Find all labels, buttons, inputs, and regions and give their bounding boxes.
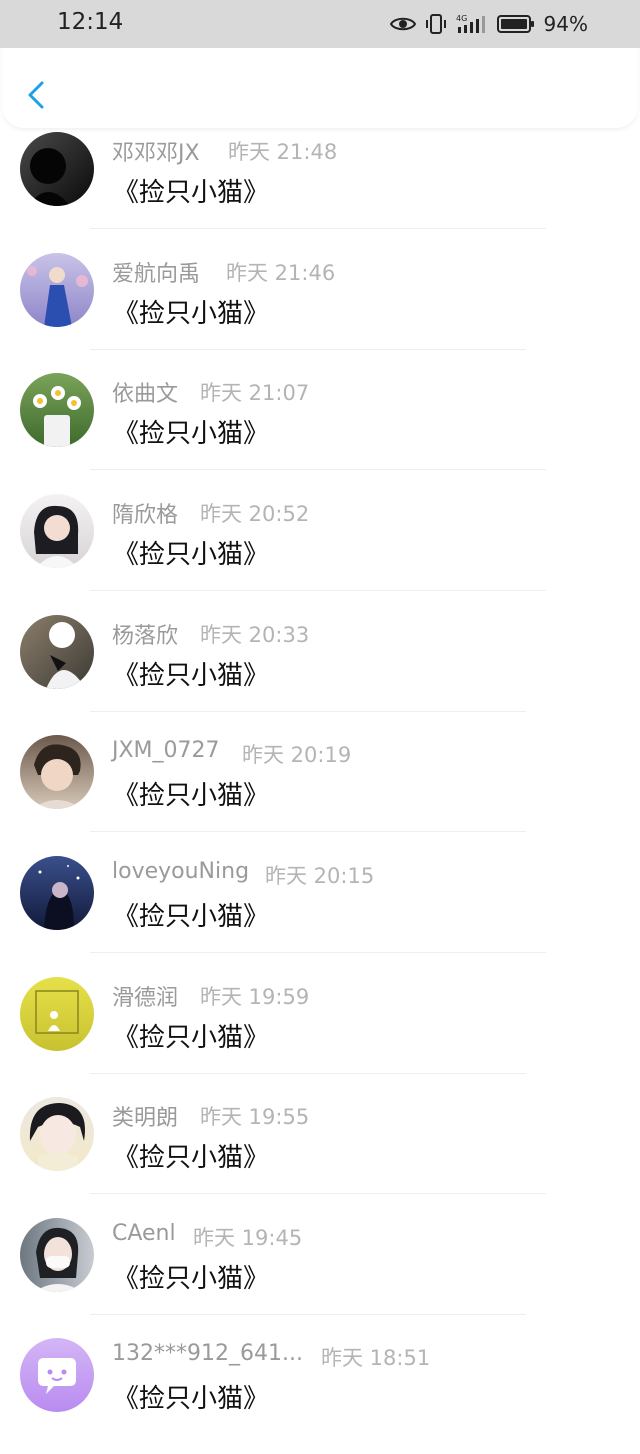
- avatar[interactable]: [20, 977, 94, 1051]
- comment-author[interactable]: JXM_0727: [112, 738, 220, 763]
- battery-percent: 94%: [543, 12, 588, 36]
- avatar[interactable]: [20, 1218, 94, 1292]
- comment-time: 昨天 21:07: [200, 381, 310, 405]
- divider: [90, 469, 546, 470]
- comment-text: 《捡只小猫》: [113, 902, 270, 932]
- top-nav-bar: [2, 48, 638, 128]
- divider: [90, 590, 546, 591]
- comment-text: 《捡只小猫》: [113, 1143, 270, 1173]
- comment-time: 昨天 20:19: [242, 743, 352, 767]
- comment-item[interactable]: 滑德润 昨天 19:59 《捡只小猫》: [0, 973, 640, 1093]
- comment-time: 昨天 20:52: [200, 502, 310, 526]
- comment-text: 《捡只小猫》: [113, 1384, 270, 1414]
- comment-time: 昨天 21:48: [228, 140, 338, 164]
- divider: [90, 711, 526, 712]
- avatar[interactable]: [20, 373, 94, 447]
- comment-text: 《捡只小猫》: [113, 1264, 270, 1294]
- signal-4g-icon: 4G: [456, 14, 485, 33]
- divider: [90, 228, 546, 229]
- comment-author[interactable]: 类明朗: [112, 1100, 178, 1132]
- comment-time: 昨天 19:55: [200, 1105, 310, 1129]
- battery-icon: [496, 15, 534, 33]
- comment-text: 《捡只小猫》: [113, 178, 270, 208]
- avatar[interactable]: [20, 494, 94, 568]
- comment-item[interactable]: 隋欣格 昨天 20:52 《捡只小猫》: [0, 490, 640, 610]
- comment-time: 昨天 18:51: [321, 1346, 431, 1370]
- comment-item[interactable]: 爱航向禹 昨天 21:46 《捡只小猫》: [0, 249, 640, 369]
- chevron-left-icon[interactable]: [20, 75, 52, 115]
- avatar[interactable]: [20, 253, 94, 327]
- divider: [90, 1314, 526, 1315]
- comment-item[interactable]: JXM_0727 昨天 20:19 《捡只小猫》: [0, 731, 640, 851]
- avatar[interactable]: [20, 615, 94, 689]
- avatar[interactable]: [20, 1338, 94, 1412]
- avatar[interactable]: [20, 856, 94, 930]
- comment-item[interactable]: 132***912_641... 昨天 18:51 《捡只小猫》: [0, 1334, 640, 1454]
- comment-author[interactable]: 132***912_641...: [112, 1341, 303, 1366]
- comment-item[interactable]: loveyouNing 昨天 20:15 《捡只小猫》: [0, 852, 640, 972]
- status-bar: 12:14 4G 94%: [0, 0, 640, 48]
- divider: [90, 831, 526, 832]
- comment-text: 《捡只小猫》: [113, 540, 270, 570]
- comment-text: 《捡只小猫》: [113, 661, 270, 691]
- comment-text: 《捡只小猫》: [113, 299, 270, 329]
- avatar[interactable]: [20, 132, 94, 206]
- comment-author[interactable]: CAenl: [112, 1221, 176, 1246]
- comment-author[interactable]: loveyouNing: [112, 859, 249, 884]
- comment-time: 昨天 19:45: [193, 1226, 303, 1250]
- eye-icon: [389, 17, 416, 31]
- comment-item[interactable]: CAenl 昨天 19:45 《捡只小猫》: [0, 1214, 640, 1334]
- comment-text: 《捡只小猫》: [113, 419, 270, 449]
- comment-item[interactable]: 杨落欣 昨天 20:33 《捡只小猫》: [0, 611, 640, 731]
- status-icons: 4G 94%: [389, 10, 588, 38]
- comment-item[interactable]: 邓邓邓JX 昨天 21:48 《捡只小猫》: [0, 128, 640, 248]
- divider: [90, 349, 526, 350]
- svg-text:4G: 4G: [456, 14, 467, 23]
- comment-text: 《捡只小猫》: [113, 1023, 270, 1053]
- avatar[interactable]: [20, 735, 94, 809]
- comment-time: 昨天 20:15: [265, 864, 375, 888]
- comment-author[interactable]: 隋欣格: [112, 497, 178, 529]
- comment-text: 《捡只小猫》: [113, 781, 270, 811]
- avatar[interactable]: [20, 1097, 94, 1171]
- divider: [90, 1193, 546, 1194]
- vibrate-icon: [425, 14, 446, 34]
- comment-time: 昨天 19:59: [200, 985, 310, 1009]
- comment-item[interactable]: 类明朗 昨天 19:55 《捡只小猫》: [0, 1093, 640, 1213]
- divider: [90, 1073, 526, 1074]
- comment-time: 昨天 20:33: [200, 623, 310, 647]
- comment-author[interactable]: 依曲文: [112, 376, 178, 408]
- comment-author[interactable]: 滑德润: [112, 980, 178, 1012]
- divider: [90, 952, 546, 953]
- comment-author[interactable]: 杨落欣: [112, 618, 178, 650]
- comment-time: 昨天 21:46: [226, 261, 336, 285]
- status-time: 12:14: [57, 9, 124, 35]
- comment-item[interactable]: 依曲文 昨天 21:07 《捡只小猫》: [0, 369, 640, 489]
- comment-author[interactable]: 邓邓邓JX: [112, 135, 200, 167]
- comment-author[interactable]: 爱航向禹: [112, 256, 200, 288]
